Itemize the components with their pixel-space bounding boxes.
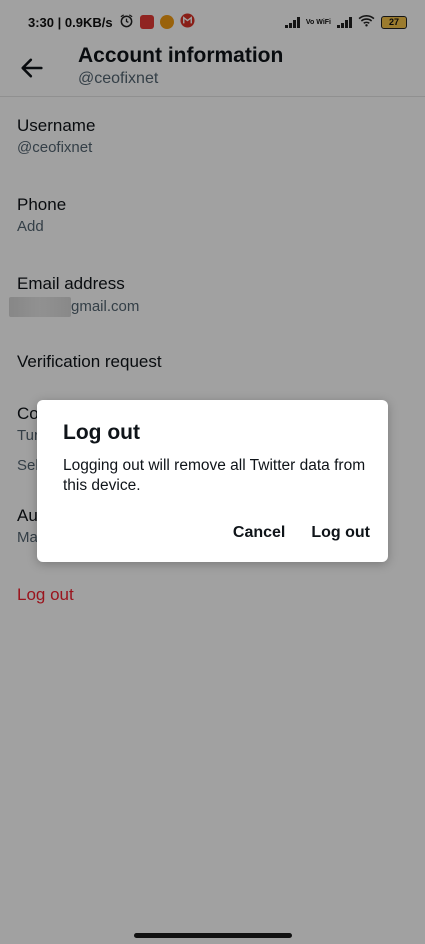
screen: 3:30 | 0.9KB/s Vo WiFi 27 Account inform…	[0, 0, 425, 944]
dialog-title: Log out	[63, 421, 140, 444]
cancel-button[interactable]: Cancel	[233, 524, 285, 542]
dialog-actions: Cancel Log out	[233, 524, 370, 542]
logout-dialog: Log out Logging out will remove all Twit…	[37, 400, 388, 562]
confirm-logout-button[interactable]: Log out	[311, 524, 370, 542]
home-indicator[interactable]	[134, 933, 292, 938]
dialog-message: Logging out will remove all Twitter data…	[63, 457, 366, 494]
